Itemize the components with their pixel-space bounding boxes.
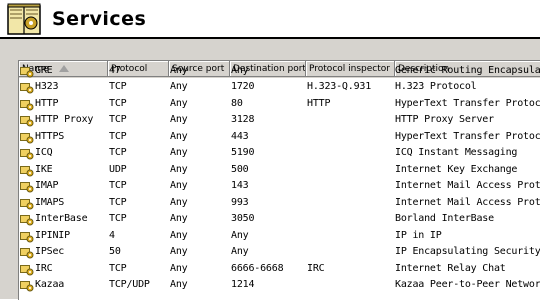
cell-destination-port: 3128 [231, 114, 255, 125]
table-row[interactable]: IKE UDP Any 500 Internet Key Exchange [19, 163, 540, 180]
cell-description: ICQ Instant Messaging [395, 147, 518, 158]
cell-source-port: Any [170, 81, 188, 92]
cell-protocol-inspector: H.323-Q.931 [307, 81, 372, 92]
cell-protocol: TCP [109, 97, 127, 109]
cell-source-port: Any [170, 64, 188, 76]
cell-source-port: Any [170, 246, 188, 257]
table-row[interactable]: H323 TCP Any 1720 H.323-Q.931 H.323 Prot… [19, 80, 540, 97]
cell-protocol: 4 [109, 229, 115, 241]
cell-protocol: TCP [109, 81, 127, 92]
cell-source-port: Any [170, 114, 188, 125]
cell-protocol: TCP [109, 114, 127, 125]
cell-protocol: TCP/UDP [109, 279, 150, 290]
cell-destination-port: 443 [231, 130, 249, 142]
cell-destination-port: 500 [231, 163, 249, 175]
service-icon [20, 215, 34, 226]
cell-protocol: TCP [109, 196, 127, 208]
cell-protocol: 47 [109, 64, 121, 76]
service-icon [20, 66, 34, 77]
table-row[interactable]: IPINIP 4 Any Any IP in IP [19, 229, 540, 246]
cell-description: Internet Mail Access Protocol [395, 180, 540, 191]
cell-destination-port: 6666-6668 [231, 262, 284, 274]
service-icon [20, 198, 34, 209]
table-row[interactable]: IPSec 50 Any Any IP Encapsulating Securi… [19, 245, 540, 262]
cell-protocol: UDP [109, 163, 127, 175]
cell-source-port: Any [170, 130, 188, 142]
cell-description: HTTP Proxy Server [395, 114, 494, 125]
cell-description: HyperText Transfer Protocol - WW [395, 97, 540, 109]
page-title: Services [52, 8, 147, 30]
cell-destination-port: 1214 [231, 279, 255, 290]
cell-protocol: TCP [109, 130, 127, 142]
cell-protocol: TCP [109, 180, 127, 191]
cell-destination-port: 3050 [231, 213, 255, 224]
cell-protocol: TCP [109, 262, 127, 274]
cell-source-port: Any [170, 180, 188, 191]
table-row[interactable]: ICQ TCP Any 5190 ICQ Instant Messaging [19, 146, 540, 163]
cell-description: IP Encapsulating Security Payload [395, 246, 540, 257]
cell-source-port: Any [170, 97, 188, 109]
cell-source-port: Any [170, 279, 188, 290]
cell-source-port: Any [170, 262, 188, 274]
table-row[interactable]: HTTPS TCP Any 443 HyperText Transfer Pro… [19, 130, 540, 147]
cell-protocol-inspector: IRC [307, 262, 325, 274]
cell-protocol: TCP [109, 147, 127, 158]
cell-source-port: Any [170, 163, 188, 175]
page-header: Services [0, 0, 540, 38]
cell-description: Internet Relay Chat [395, 262, 506, 274]
services-table[interactable]: Name Protocol Source port Destination po… [18, 60, 540, 300]
service-icon [20, 83, 34, 94]
service-icon [20, 231, 34, 242]
cell-destination-port: 1720 [231, 81, 255, 92]
cell-description: HyperText Transfer Protocol - Sec [395, 130, 540, 142]
service-icon [20, 264, 34, 275]
cell-description: Borland InterBase [395, 213, 494, 224]
cell-destination-port: 5190 [231, 147, 255, 158]
service-icon [20, 165, 34, 176]
service-icon [20, 281, 34, 292]
cell-protocol: TCP [109, 213, 127, 224]
table-row[interactable]: Kazaa TCP/UDP Any 1214 Kazaa Peer-to-Pee… [19, 278, 540, 295]
service-icon [20, 149, 34, 160]
table-row[interactable]: HTTP TCP Any 80 HTTP HyperText Transfer … [19, 97, 540, 114]
cell-destination-port: Any [231, 246, 249, 257]
table-row[interactable]: HTTP Proxy TCP Any 3128 HTTP Proxy Serve… [19, 113, 540, 130]
table-row[interactable]: InterBase TCP Any 3050 Borland InterBase [19, 212, 540, 229]
cell-source-port: Any [170, 147, 188, 158]
cell-description: Internet Key Exchange [395, 163, 518, 175]
table-row[interactable]: IMAPS TCP Any 993 Internet Mail Access P… [19, 196, 540, 213]
table-row[interactable]: GRE 47 Any Any Generic Routing Encapsula… [19, 64, 540, 81]
cell-description: Kazaa Peer-to-Peer Network [395, 279, 540, 290]
cell-description: IP in IP [395, 229, 442, 241]
service-icon [20, 132, 34, 143]
cell-description: H.323 Protocol [395, 81, 477, 92]
cell-protocol-inspector: HTTP [307, 97, 331, 109]
cell-destination-port: 80 [231, 97, 243, 109]
table-row[interactable]: IRC TCP Any 6666-6668 IRC Internet Relay… [19, 262, 540, 279]
cell-source-port: Any [170, 213, 188, 224]
cell-protocol: 50 [109, 246, 121, 257]
cell-description: Generic Routing Encapsulation [395, 64, 540, 76]
cell-source-port: Any [170, 196, 188, 208]
cell-destination-port: 993 [231, 196, 249, 208]
cell-description: Internet Mail Access Protocol - Sec [395, 196, 540, 208]
cell-destination-port: 143 [231, 180, 249, 191]
services-book-icon [7, 3, 41, 35]
cell-source-port: Any [170, 229, 188, 241]
cell-destination-port: Any [231, 64, 249, 76]
cell-destination-port: Any [231, 229, 249, 241]
service-icon [20, 182, 34, 193]
service-icon [20, 248, 34, 259]
table-row[interactable]: IMAP TCP Any 143 Internet Mail Access Pr… [19, 179, 540, 196]
service-icon [20, 99, 34, 110]
service-icon [20, 116, 34, 127]
